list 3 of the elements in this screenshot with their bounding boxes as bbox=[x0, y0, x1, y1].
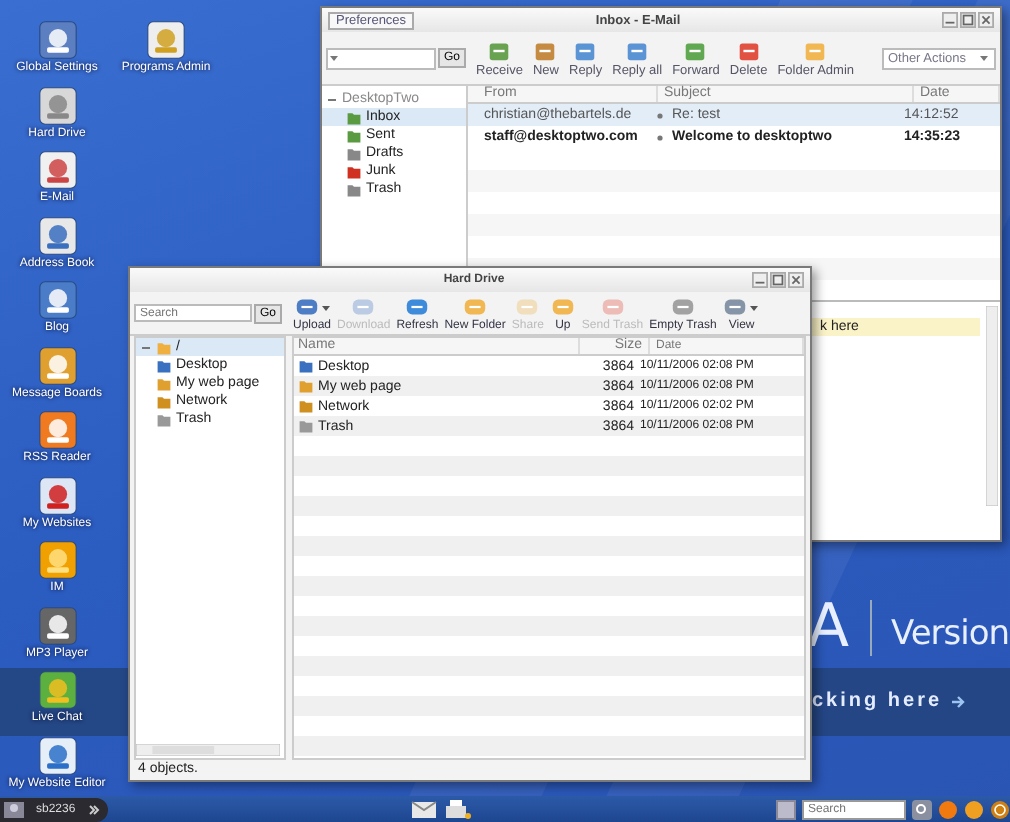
wallpaper-text: A bbox=[808, 592, 850, 662]
wallpaper-text: cking here bbox=[812, 690, 943, 712]
wallpaper-text: Version bbox=[891, 613, 1010, 653]
